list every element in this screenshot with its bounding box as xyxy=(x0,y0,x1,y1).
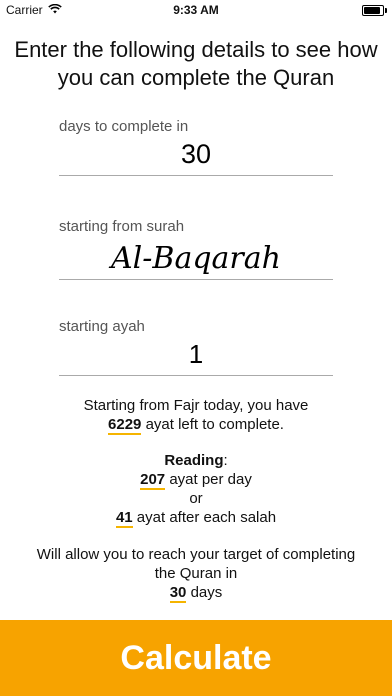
starting-ayah-label: starting ayah xyxy=(59,318,145,335)
status-time: 9:33 AM xyxy=(173,3,219,17)
days-to-complete-label: days to complete in xyxy=(59,118,189,135)
status-bar: Carrier 9:33 AM xyxy=(0,0,392,22)
starting-surah-label: starting from surah xyxy=(59,218,185,235)
target-line-2: the Quran in xyxy=(154,565,238,582)
per-salah-count: 41 xyxy=(115,509,133,528)
calculate-button[interactable]: Calculate xyxy=(0,620,392,696)
reading-summary: Reading: 207 ayat per day or 41 ayat aft… xyxy=(0,451,392,528)
ayat-left-count: 6229 xyxy=(108,416,142,435)
per-salah-line: 41 ayat after each salah xyxy=(0,508,392,528)
reading-heading: Reading: xyxy=(164,452,228,469)
or-label: or xyxy=(189,490,203,507)
ayat-left-line: 6229 ayat left to complete. xyxy=(0,415,392,435)
starting-ayah-field[interactable]: starting ayah 1 xyxy=(59,318,333,376)
per-salah-suffix: ayat after each salah xyxy=(136,509,277,526)
per-day-line: 207 ayat per day xyxy=(0,470,392,490)
days-to-complete-input[interactable]: 30 xyxy=(59,139,333,175)
field-underline xyxy=(59,375,333,376)
summary-intro: Starting from Fajr today, you have xyxy=(83,397,309,414)
field-underline xyxy=(59,279,333,280)
target-days-suffix: days xyxy=(190,584,223,601)
days-to-complete-field[interactable]: days to complete in 30 xyxy=(59,118,333,176)
per-day-suffix: ayat per day xyxy=(169,471,252,488)
battery-icon xyxy=(362,5,387,16)
field-underline xyxy=(59,175,333,176)
starting-surah-picker[interactable]: Al-Baqarah xyxy=(59,241,333,279)
starting-ayah-input[interactable]: 1 xyxy=(59,339,333,375)
remaining-summary: Starting from Fajr today, you have 6229 … xyxy=(0,396,392,435)
page-heading: Enter the following details to see how y… xyxy=(14,37,378,90)
target-summary: Will allow you to reach your target of c… xyxy=(0,545,392,603)
per-day-count: 207 xyxy=(140,471,166,490)
starting-surah-field[interactable]: starting from surah Al-Baqarah xyxy=(59,218,333,280)
target-days-count: 30 xyxy=(169,584,187,603)
target-line-1: Will allow you to reach your target of c… xyxy=(36,546,356,563)
ayat-left-suffix: ayat left to complete. xyxy=(145,416,284,433)
target-days-line: 30 days xyxy=(0,583,392,603)
